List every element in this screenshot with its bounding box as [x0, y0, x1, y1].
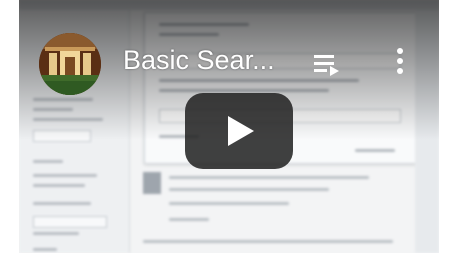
channel-avatar[interactable] [39, 33, 101, 95]
video-title[interactable]: Basic Sear... [123, 43, 303, 77]
more-vertical-glyph [397, 48, 403, 74]
video-player[interactable]: Basic Sear... [19, 0, 439, 253]
playlist-queue-icon[interactable] [312, 52, 342, 78]
playlist-queue-glyph [314, 55, 339, 76]
play-icon [228, 116, 254, 146]
channel-avatar-image [39, 33, 101, 95]
more-vertical-icon[interactable] [393, 46, 407, 80]
play-button[interactable] [185, 93, 293, 169]
